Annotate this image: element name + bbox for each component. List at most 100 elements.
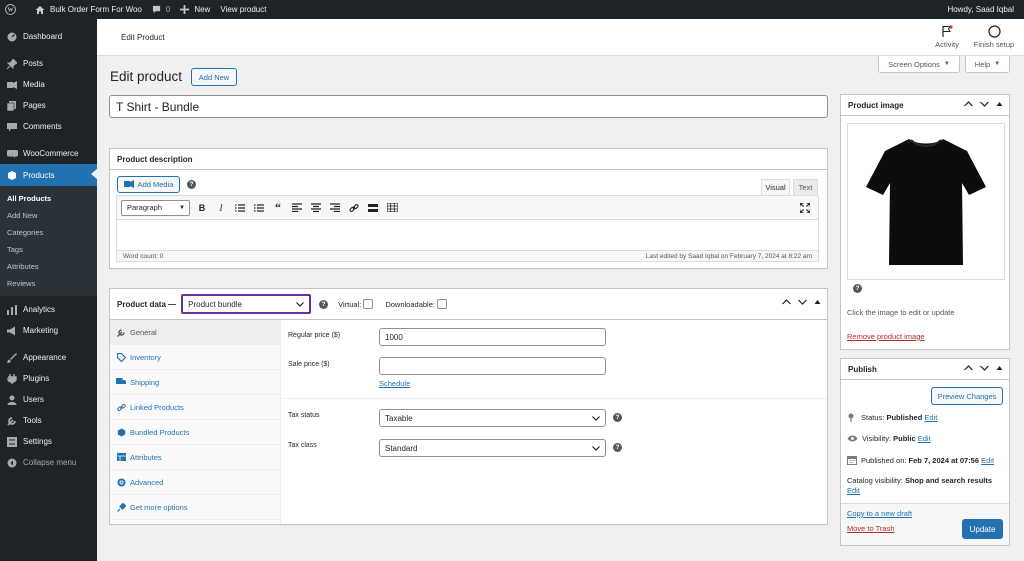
align-left-icon[interactable] <box>290 201 304 215</box>
help-tip-icon[interactable]: ? <box>613 443 622 452</box>
fields-divider <box>281 398 827 399</box>
add-media-button[interactable]: Add Media <box>117 176 180 193</box>
menu-appearance[interactable]: Appearance <box>0 347 97 368</box>
align-center-icon[interactable] <box>309 201 323 215</box>
tab-inventory[interactable]: Inventory <box>110 345 280 370</box>
menu-collapse[interactable]: Collapse menu <box>0 452 97 473</box>
account-menu[interactable]: Howdy, Saad Iqbal <box>942 0 1024 19</box>
numbered-list-icon[interactable] <box>252 201 266 215</box>
help-tip-icon[interactable]: ? <box>319 299 329 309</box>
tab-text[interactable]: Text <box>793 179 818 195</box>
blockquote-icon[interactable]: “ <box>271 200 285 215</box>
home-icon <box>35 5 45 14</box>
downloadable-checkbox[interactable] <box>436 299 447 309</box>
italic-icon[interactable]: I <box>214 201 228 215</box>
virtual-checkbox[interactable] <box>363 299 374 309</box>
new-content-link[interactable]: New <box>175 0 215 19</box>
submenu-categories[interactable]: Categories <box>0 224 97 241</box>
menu-pages[interactable]: Pages <box>0 95 97 116</box>
edit-status-link[interactable]: Edit <box>924 413 937 422</box>
menu-plugins[interactable]: Plugins <box>0 368 97 389</box>
menu-marketing[interactable]: Marketing <box>0 320 97 341</box>
align-right-icon[interactable] <box>328 201 342 215</box>
menu-posts[interactable]: Posts <box>0 53 97 74</box>
menu-comments[interactable]: Comments <box>0 116 97 137</box>
pages-icon <box>6 100 18 112</box>
chevron-down-icon[interactable] <box>980 365 989 371</box>
help-tip-icon[interactable]: ? <box>613 413 622 422</box>
menu-woocommerce[interactable]: WooCommerce <box>0 143 97 164</box>
toolbar-toggle-icon[interactable] <box>385 201 399 215</box>
toggle-arrow-icon[interactable] <box>996 101 1003 107</box>
activity-button[interactable]: Activity <box>927 25 967 49</box>
finish-setup-button[interactable]: Finish setup <box>973 25 1015 49</box>
tab-bundled-products[interactable]: Bundled Products <box>110 420 280 445</box>
submenu-add-new[interactable]: Add New <box>0 207 97 224</box>
caret-down-icon: ▼ <box>943 61 950 67</box>
add-new-button[interactable]: Add New <box>191 68 237 86</box>
copy-draft-link[interactable]: Copy to a new draft <box>847 509 912 518</box>
tab-linked-products[interactable]: Linked Products <box>110 395 280 420</box>
edit-catalog-link[interactable]: Edit <box>847 486 860 495</box>
chevron-down-icon[interactable] <box>980 101 989 107</box>
move-to-trash-link[interactable]: Move to Trash <box>847 524 895 533</box>
editor-content-area[interactable] <box>116 220 819 250</box>
tab-shipping[interactable]: Shipping <box>110 370 280 395</box>
sale-price-input[interactable] <box>379 357 606 375</box>
help-button[interactable]: Help ▼ <box>965 56 1010 73</box>
bold-icon[interactable]: B <box>195 201 209 215</box>
dashboard-icon <box>6 31 18 43</box>
site-name-link[interactable]: Bulk Order Form For Woo <box>30 0 147 19</box>
menu-media[interactable]: Media <box>0 74 97 95</box>
remove-image-link[interactable]: Remove product image <box>847 332 925 341</box>
product-title-input[interactable]: T Shirt - Bundle <box>109 95 828 118</box>
chevron-up-icon[interactable] <box>782 299 791 305</box>
tab-attributes[interactable]: Attributes <box>110 445 280 470</box>
toggle-arrow-icon[interactable] <box>814 299 821 305</box>
menu-settings[interactable]: Settings <box>0 431 97 452</box>
product-image-thumbnail[interactable] <box>847 123 1005 280</box>
edit-visibility-link[interactable]: Edit <box>918 434 931 443</box>
help-tip-icon[interactable]: ? <box>187 180 196 189</box>
toggle-arrow-icon[interactable] <box>996 365 1003 371</box>
chevron-down-icon[interactable] <box>798 299 807 305</box>
edit-date-link[interactable]: Edit <box>981 456 994 465</box>
menu-users[interactable]: Users <box>0 389 97 410</box>
plus-icon <box>180 5 190 14</box>
chevron-up-icon[interactable] <box>964 101 973 107</box>
menu-analytics[interactable]: Analytics <box>0 299 97 320</box>
submenu-attributes[interactable]: Attributes <box>0 258 97 275</box>
image-hint: Click the image to edit or update <box>847 308 955 317</box>
description-title: Product description <box>117 154 193 164</box>
preview-changes-button[interactable]: Preview Changes <box>931 387 1003 405</box>
link-icon[interactable] <box>347 201 361 215</box>
tshirt-image <box>866 138 986 265</box>
view-product-link[interactable]: View product <box>215 0 271 19</box>
bullet-list-icon[interactable] <box>233 201 247 215</box>
tab-general[interactable]: General <box>110 320 280 345</box>
tab-get-more-options[interactable]: Get more options <box>110 495 280 520</box>
submenu-all-products[interactable]: All Products <box>0 190 97 207</box>
tax-class-select[interactable]: Standard <box>379 439 606 457</box>
regular-price-input[interactable]: 1000 <box>379 328 606 346</box>
screen-options-button[interactable]: Screen Options ▼ <box>878 56 960 73</box>
submenu-reviews[interactable]: Reviews <box>0 275 97 292</box>
tab-visual[interactable]: Visual <box>761 179 790 195</box>
product-type-select[interactable]: Product bundle <box>181 294 312 314</box>
fullscreen-icon[interactable] <box>798 201 812 215</box>
menu-tools[interactable]: Tools <box>0 410 97 431</box>
read-more-icon[interactable] <box>366 201 380 215</box>
menu-products[interactable]: Products <box>0 164 97 186</box>
comments-link[interactable]: 0 <box>147 0 175 19</box>
update-button[interactable]: Update <box>962 519 1003 539</box>
menu-dashboard[interactable]: Dashboard <box>0 26 97 47</box>
tab-advanced[interactable]: Advanced <box>110 470 280 495</box>
help-tip-icon[interactable]: ? <box>853 284 862 293</box>
tax-status-select[interactable]: Taxable <box>379 409 606 427</box>
format-select[interactable]: Paragraph ▼ <box>121 199 190 216</box>
chevron-up-icon[interactable] <box>964 365 973 371</box>
wordpress-logo-icon[interactable]: W <box>0 0 30 19</box>
truck-icon <box>116 377 126 387</box>
submenu-tags[interactable]: Tags <box>0 241 97 258</box>
schedule-link[interactable]: Schedule <box>379 379 410 388</box>
